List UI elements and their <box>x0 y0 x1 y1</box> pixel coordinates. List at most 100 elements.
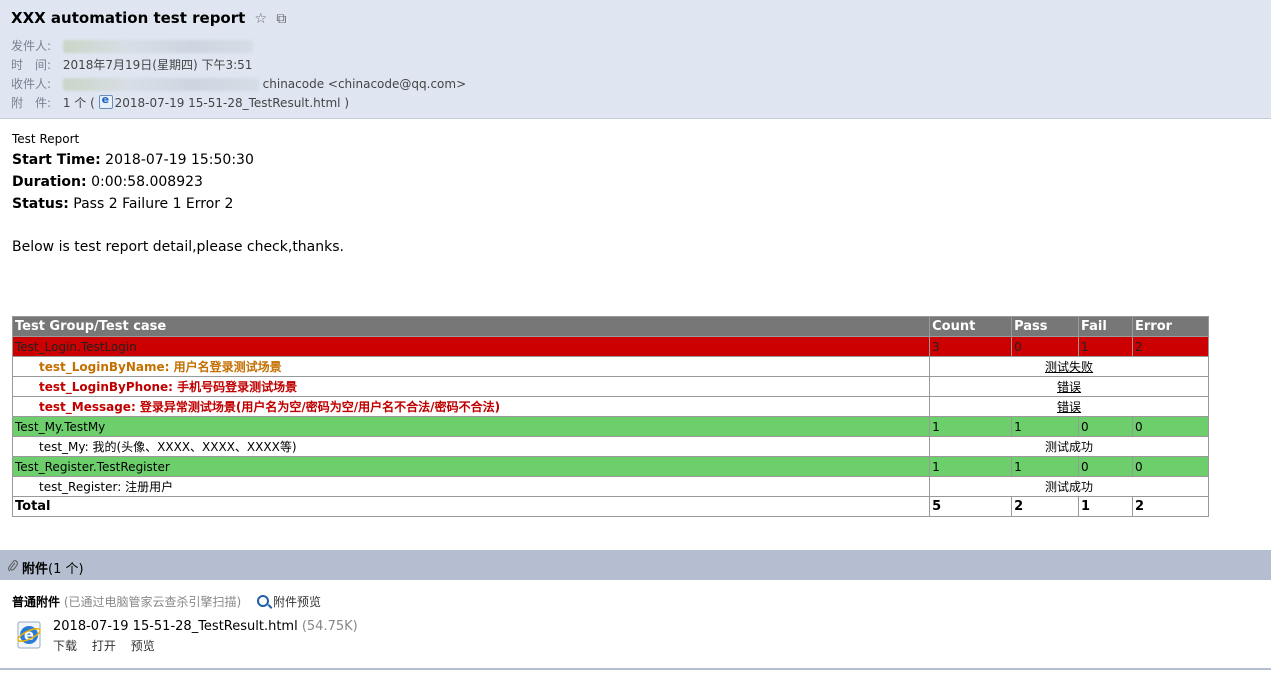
group-pass: 1 <box>1011 456 1080 477</box>
group-count: 3 <box>929 336 1013 357</box>
time-label: 时 间: <box>11 58 52 72</box>
group-pass: 1 <box>1011 416 1080 437</box>
case-name: test_Message: 登录异常测试场景(用户名为空/密码为空/用户名不合法… <box>11 396 931 417</box>
duration-line: Duration: 0:00:58.008923 <box>12 174 344 190</box>
report-note: Below is test report detail,please check… <box>12 239 344 255</box>
preview-link[interactable]: 预览 <box>131 639 155 653</box>
status-value: Pass 2 Failure 1 Error 2 <box>68 196 234 212</box>
attachment-bar: 附件(1 个) <box>0 550 1271 580</box>
case-status: 错误 <box>929 376 1209 397</box>
total-row: Total 5 2 1 2 <box>11 496 1209 517</box>
header-error: Error <box>1132 316 1209 337</box>
group-error: 0 <box>1132 416 1209 437</box>
attachment-file: 2018-07-19 15-51-28_TestResult.html (54.… <box>53 619 358 634</box>
attach-row: 附 件: 1 个 ( 2018-07-19 15-51-28_TestResul… <box>11 93 349 111</box>
case-id: test_LoginByName: <box>39 360 170 374</box>
total-error: 2 <box>1132 496 1209 517</box>
report-table: Test Group/Test case Count Pass Fail Err… <box>11 316 1209 517</box>
attach-inline-file[interactable]: 2018-07-19 15-51-28_TestResult.html <box>115 96 341 110</box>
header-pass: Pass <box>1011 316 1080 337</box>
status-line: Status: Pass 2 Failure 1 Error 2 <box>12 196 344 212</box>
attachment-actions: 下载 打开 预览 <box>53 637 166 654</box>
case-status-link[interactable]: 测试失败 <box>1045 360 1093 374</box>
case-status-text[interactable]: 测试成功 <box>1045 480 1093 494</box>
case-row: test_Message: 登录异常测试场景(用户名为空/密码为空/用户名不合法… <box>11 396 1209 417</box>
group-fail: 0 <box>1078 416 1133 437</box>
group-name: Test_Login.TestLogin <box>11 336 931 357</box>
case-desc: 登录异常测试场景(用户名为空/密码为空/用户名不合法/密码不合法) <box>135 400 501 414</box>
star-icon[interactable]: ☆ <box>255 11 268 27</box>
attachment-preview-link[interactable]: 附件预览 <box>257 595 321 609</box>
redacted-sender <box>62 40 253 53</box>
attachment-file-name[interactable]: 2018-07-19 15-51-28_TestResult.html <box>53 619 298 634</box>
to-row: 收件人: chinacode <chinacode@qq.com> <box>11 75 466 92</box>
attachment-bar-title: 附件(1 个) <box>8 558 84 577</box>
time-value: 2018年7月19日(星期四) 下午3:51 <box>62 58 253 72</box>
download-link[interactable]: 下载 <box>53 639 77 653</box>
case-status-link[interactable]: 错误 <box>1057 380 1081 394</box>
case-name: test_LoginByPhone: 手机号码登录测试场景 <box>11 376 931 397</box>
normal-attachments-label: 普通附件 <box>12 595 61 609</box>
duration-label: Duration: <box>12 174 87 190</box>
case-desc: 手机号码登录测试场景 <box>172 380 298 394</box>
start-time-line: Start Time: 2018-07-19 15:50:30 <box>12 152 344 168</box>
attach-label: 附 件: <box>11 96 52 110</box>
scan-note: (已通过电脑管家云查杀引擎扫描) <box>60 595 242 609</box>
bottom-divider <box>0 668 1271 670</box>
subject-text: XXX automation test report <box>11 9 246 27</box>
case-desc: 注册用户 <box>121 480 174 494</box>
email-subject: XXX automation test report ☆ ⧉ <box>11 9 286 27</box>
report-heading: Test Report <box>12 132 80 146</box>
search-icon <box>257 595 270 607</box>
duration-value: 0:00:58.008923 <box>86 174 203 190</box>
group-row-register: Test_Register.TestRegister 1 1 0 0 <box>11 456 1209 477</box>
case-desc: 用户名登录测试场景 <box>169 360 282 374</box>
total-pass: 2 <box>1011 496 1080 517</box>
paperclip-icon <box>8 560 18 572</box>
open-link[interactable]: 打开 <box>92 639 116 653</box>
html-file-icon[interactable]: e <box>14 620 44 650</box>
start-value: 2018-07-19 15:50:30 <box>100 152 254 168</box>
attachments-label: 附件 <box>22 562 49 577</box>
header-group: Test Group/Test case <box>11 316 931 337</box>
case-id: test_Register: <box>39 480 122 494</box>
case-row: test_LoginByPhone: 手机号码登录测试场景 错误 <box>11 376 1209 397</box>
case-row: test_My: 我的(头像、XXXX、XXXX、XXXX等) 测试成功 <box>11 436 1209 457</box>
case-status: 测试成功 <box>929 436 1209 457</box>
case-id: test_LoginByPhone: <box>39 380 173 394</box>
case-name: test_Register: 注册用户 <box>11 476 931 497</box>
total-label: Total <box>11 496 931 517</box>
case-status-text[interactable]: 测试成功 <box>1045 440 1093 454</box>
group-fail: 0 <box>1078 456 1133 477</box>
to-value[interactable]: chinacode <chinacode@qq.com> <box>263 77 466 91</box>
header-fail: Fail <box>1078 316 1133 337</box>
case-name: test_My: 我的(头像、XXXX、XXXX、XXXX等) <box>11 436 931 457</box>
case-id: test_My: <box>39 440 89 454</box>
group-count: 1 <box>929 456 1013 477</box>
start-label: Start Time: <box>12 152 101 168</box>
group-count: 1 <box>929 416 1013 437</box>
case-id: test_Message: <box>39 400 136 414</box>
group-name: Test_My.TestMy <box>11 416 931 437</box>
total-fail: 1 <box>1078 496 1133 517</box>
attachment-section-title: 普通附件 (已通过电脑管家云查杀引擎扫描) 附件预览 <box>12 593 321 610</box>
case-status: 测试失败 <box>929 356 1209 377</box>
time-row: 时 间: 2018年7月19日(星期四) 下午3:51 <box>11 56 252 73</box>
case-desc: 我的(头像、XXXX、XXXX、XXXX等) <box>88 440 297 454</box>
case-name: test_LoginByName: 用户名登录测试场景 <box>11 356 931 377</box>
attachments-count: (1 个) <box>48 562 84 577</box>
group-row-login: Test_Login.TestLogin 3 0 1 2 <box>11 336 1209 357</box>
header-count: Count <box>929 316 1013 337</box>
table-header-row: Test Group/Test case Count Pass Fail Err… <box>11 316 1209 337</box>
case-status: 测试成功 <box>929 476 1209 497</box>
group-error: 2 <box>1132 336 1209 357</box>
popout-icon[interactable]: ⧉ <box>276 11 286 27</box>
email-header: XXX automation test report ☆ ⧉ 发件人: 时 间:… <box>0 0 1271 119</box>
report-summary: Test Report Start Time: 2018-07-19 15:50… <box>12 132 344 255</box>
attachment-file-size: (54.75K) <box>297 619 358 634</box>
redacted-recipient <box>62 78 259 91</box>
group-pass: 0 <box>1011 336 1080 357</box>
preview-label: 附件预览 <box>273 595 322 609</box>
status-label: Status: <box>12 196 69 212</box>
case-status-link[interactable]: 错误 <box>1057 400 1081 414</box>
